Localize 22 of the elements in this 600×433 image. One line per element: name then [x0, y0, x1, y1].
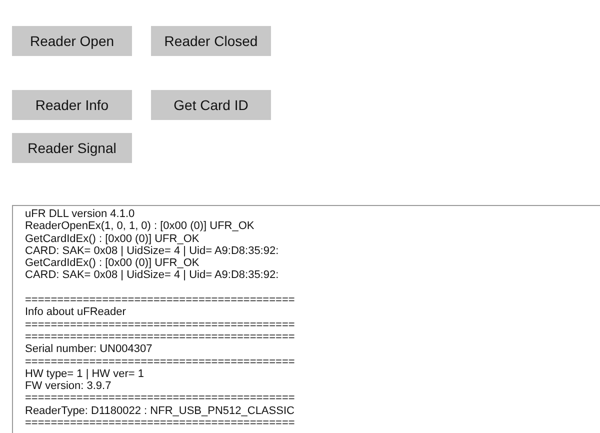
log-line: ========================================== — [25, 417, 295, 430]
log-line: CARD: SAK= 0x08 | UidSize= 4 | Uid= A9:D8:35:92: — [25, 269, 279, 282]
action-button[interactable]: Reader Open — [12, 26, 132, 56]
log-line: ReaderType: D1180022 : NFR_USB_PN512_CLASSIC — [25, 404, 294, 418]
log-line: ReaderOpenEx(1, 0, 1, 0) : [0x00 (0)] UFR_OK — [25, 220, 254, 233]
log-line: GetCardIdEx() : [0x00 (0)] UFR_OK — [25, 232, 200, 245]
log-line: ========================================== — [25, 330, 295, 344]
action-button[interactable]: Reader Info — [12, 90, 132, 120]
log-line: HW type= 1 | HW ver= 1 — [25, 368, 144, 380]
log-line: ========================================== — [25, 294, 295, 306]
action-button[interactable]: Reader Closed — [151, 26, 271, 56]
log-line: CARD: SAK= 0x08 | UidSize= 4 | Uid= A9:D8:35:92: — [25, 244, 279, 258]
log-line: GetCardIdEx() : [0x00 (0)] UFR_OK — [25, 257, 200, 270]
log-line: ========================================== — [25, 318, 295, 331]
log-line: ========================================== — [25, 356, 295, 368]
log-line: ========================================== — [25, 392, 295, 405]
log-line: Info about uFReader — [25, 306, 126, 319]
action-button[interactable]: Reader Signal — [12, 133, 132, 163]
log-line: uFR DLL version 4.1.0 — [25, 208, 135, 220]
action-button[interactable]: Get Card ID — [151, 90, 271, 120]
log-line: Serial number: UN004307 — [25, 343, 152, 356]
log-line: FW version: 3.9.7 — [25, 380, 112, 392]
